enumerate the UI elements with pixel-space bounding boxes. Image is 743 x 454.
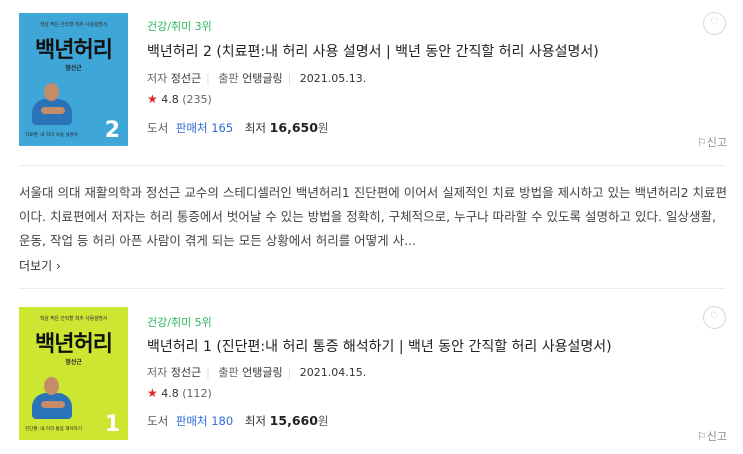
report-icon: ⚐	[696, 136, 707, 149]
rating: ★ 4.8 (112)	[147, 386, 212, 400]
publisher-label: 출판	[218, 366, 239, 379]
cover-volume-number: 2	[104, 118, 120, 143]
price-row: 도서 판매처 165 최저 16,650원	[147, 120, 329, 136]
rating-score: 4.8	[161, 387, 179, 400]
cover-tagline: 척삼 찍은 간직할 척추 사용설명서	[39, 316, 108, 322]
book-description: 서울대 의대 재활의학과 정선근 교수의 스테디셀러인 백년허리1 진단편에 이…	[19, 185, 728, 248]
cover-tagline: 척삼 찍은 간직할 척추 사용설명서	[39, 22, 108, 28]
price-row: 도서 판매처 180 최저 15,660원	[147, 413, 329, 429]
cover-title: 백년허리	[35, 38, 113, 63]
cover-subtitle: 진단편: 내 허리 통증 해석하기	[25, 427, 82, 432]
category-rank[interactable]: 건강/취미 3위	[147, 18, 212, 34]
book-meta: 저자 정선근 | 출판 언탱글링 | 2021.05.13.	[147, 72, 367, 85]
cover-title: 백년허리	[35, 332, 113, 357]
author-name: 정선근	[170, 72, 202, 85]
publish-date: 2021.05.13.	[299, 72, 367, 85]
author-photo	[29, 377, 75, 423]
publisher-name: 언탱글링	[242, 366, 283, 379]
cover-author: 정선근	[65, 359, 82, 366]
heart-icon[interactable]: ♡	[703, 12, 726, 35]
more-button[interactable]: 더보기 ›	[19, 257, 61, 274]
product-type: 도서	[147, 121, 169, 135]
book-meta: 저자 정선근 | 출판 언탱글링 | 2021.04.15.	[147, 366, 367, 379]
book-cover[interactable]: 척삼 찍은 간직할 척추 사용설명서 백년허리 정선근 진단편: 내 허리 통증…	[19, 307, 128, 440]
book-title[interactable]: 백년허리 1 (진단편:내 허리 통증 해석하기 | 백년 동안 간직할 허리 …	[147, 336, 612, 356]
star-icon: ★	[147, 92, 158, 106]
heart-icon[interactable]: ♡	[703, 306, 726, 329]
lowest-price[interactable]: 16,650	[270, 120, 318, 135]
more-label: 더보기	[19, 259, 53, 273]
report-button[interactable]: ⚐신고	[697, 428, 727, 444]
price-unit: 원	[317, 414, 329, 428]
author-label: 저자	[147, 366, 168, 379]
report-icon: ⚐	[696, 430, 707, 443]
report-button[interactable]: ⚐신고	[697, 134, 727, 150]
star-icon: ★	[147, 386, 158, 400]
publisher-name: 언탱글링	[242, 72, 283, 85]
book-cover[interactable]: 척삼 찍은 간직할 척추 사용설명서 백년허리 정선근 치료편: 내 허리 사용…	[19, 13, 128, 146]
rating: ★ 4.8 (235)	[147, 92, 212, 106]
report-label: 신고	[706, 136, 727, 149]
seller-count-link[interactable]: 판매처 165	[176, 121, 233, 135]
author-label: 저자	[147, 72, 168, 85]
publisher-label: 출판	[218, 72, 239, 85]
cover-volume-number: 1	[104, 412, 120, 437]
author-photo	[29, 83, 75, 129]
price-unit: 원	[317, 121, 329, 135]
lowest-price[interactable]: 15,660	[270, 413, 318, 428]
lowest-label: 최저	[244, 121, 267, 135]
divider	[19, 165, 725, 166]
report-label: 신고	[706, 430, 727, 443]
divider	[19, 288, 725, 289]
publish-date: 2021.04.15.	[299, 366, 367, 379]
rating-count: (112)	[182, 387, 212, 400]
author-name: 정선근	[170, 366, 202, 379]
lowest-label: 최저	[244, 414, 267, 428]
product-type: 도서	[147, 414, 169, 428]
cover-author: 정선근	[65, 65, 82, 72]
cover-subtitle: 치료편: 내 허리 사용 설명서	[25, 133, 78, 138]
rating-score: 4.8	[161, 93, 179, 106]
book-title[interactable]: 백년허리 2 (치료편:내 허리 사용 설명서 | 백년 동안 간직할 허리 사…	[147, 41, 599, 61]
chevron-right-icon: ›	[52, 259, 61, 273]
seller-count-link[interactable]: 판매처 180	[176, 414, 233, 428]
category-rank[interactable]: 건강/취미 5위	[147, 314, 212, 330]
rating-count: (235)	[182, 93, 212, 106]
